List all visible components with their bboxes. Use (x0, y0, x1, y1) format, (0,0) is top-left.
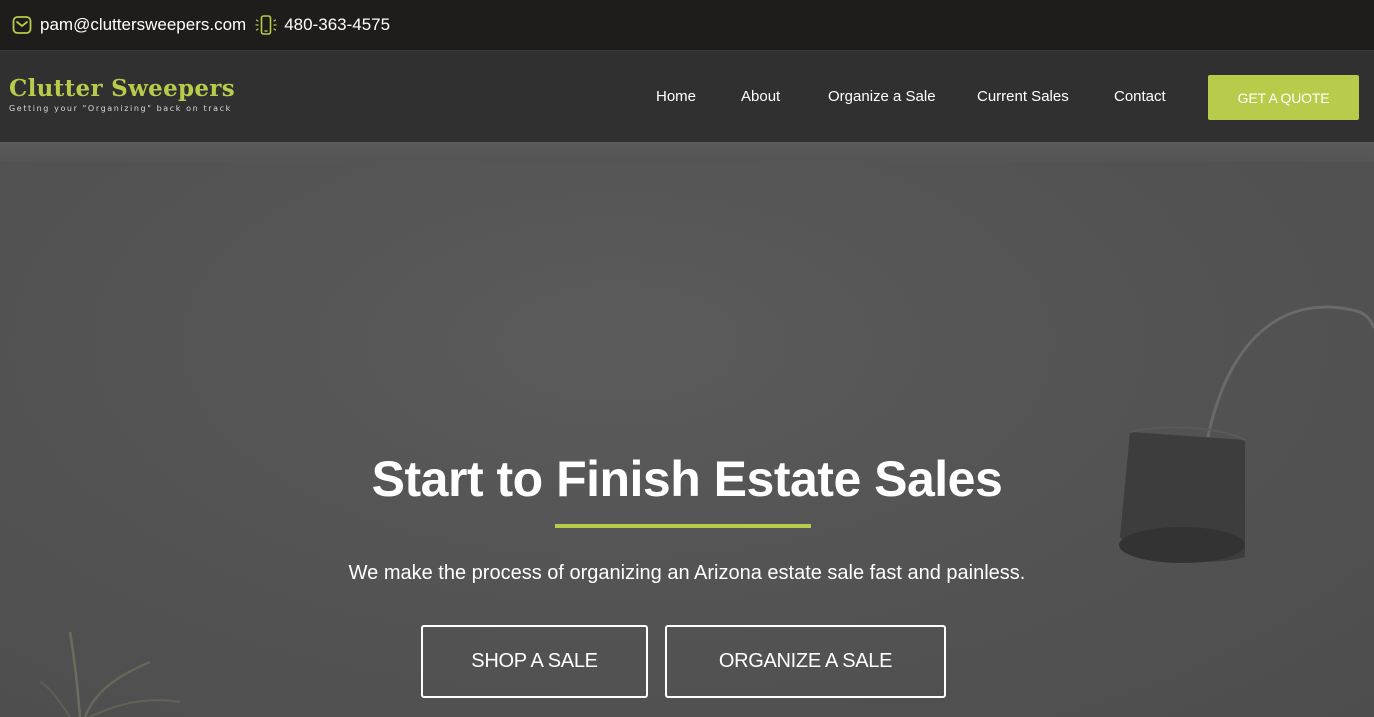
email-link[interactable]: pam@cluttersweepers.com (11, 14, 246, 36)
logo-tagline: Getting your "Organizing" back on track (9, 104, 232, 113)
hero-title-underline (555, 524, 811, 528)
top-contact-bar: pam@cluttersweepers.com 480-363-4575 (0, 0, 1374, 50)
plant-illustration (40, 632, 181, 717)
nav-item-about[interactable]: About (741, 88, 780, 105)
email-text: pam@cluttersweepers.com (40, 15, 247, 34)
main-navbar: Clutter Sweepers Getting your "Organizin… (0, 50, 1374, 142)
get-a-quote-button[interactable]: GET A QUOTE (1208, 75, 1359, 120)
phone-text: 480-363-4575 (284, 15, 391, 34)
hero-title: Start to Finish Estate Sales (371, 451, 1003, 507)
hero-subtitle: We make the process of organizing an Ari… (348, 562, 1026, 584)
mobile-phone-icon (255, 14, 277, 36)
hero-top-shade (0, 142, 1374, 162)
nav-item-organize-a-sale[interactable]: Organize a Sale (828, 88, 936, 105)
shop-a-sale-button[interactable]: SHOP A SALE (421, 625, 648, 698)
phone-link[interactable]: 480-363-4575 (255, 14, 390, 36)
nav-item-contact[interactable]: Contact (1114, 88, 1166, 105)
organize-a-sale-button[interactable]: ORGANIZE A SALE (665, 625, 946, 698)
hero-section: Start to Finish Estate Sales We make the… (0, 142, 1374, 717)
nav-item-home[interactable]: Home (656, 88, 696, 105)
envelope-icon (11, 14, 33, 36)
site-logo[interactable]: Clutter Sweepers Getting your "Organizin… (9, 75, 235, 113)
floor-lamp-illustration (1119, 305, 1374, 563)
nav-item-current-sales[interactable]: Current Sales (977, 88, 1069, 105)
logo-title: Clutter Sweepers (9, 75, 236, 102)
